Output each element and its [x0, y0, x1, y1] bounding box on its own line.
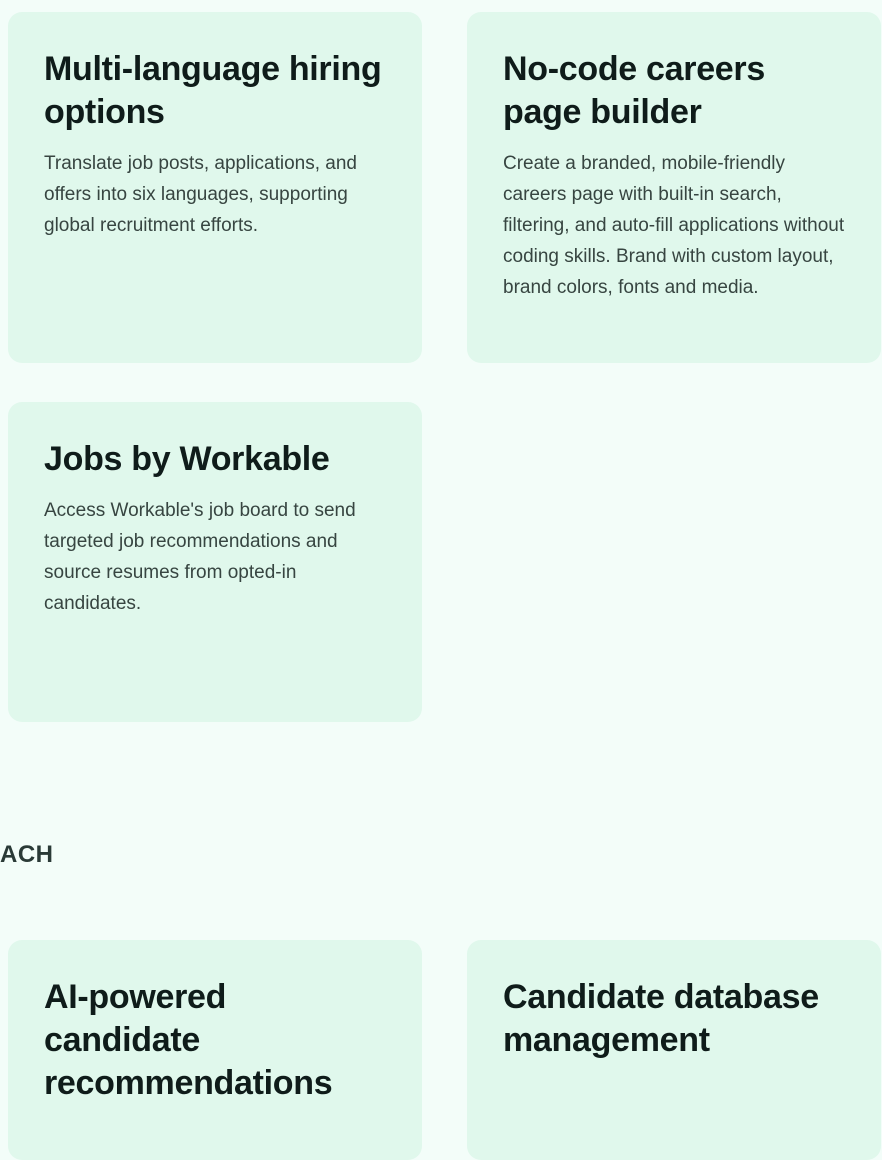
feature-card-careers-page-builder: No-code careers page builder Create a br…	[467, 12, 881, 363]
feature-card-description: Access Workable's job board to send targ…	[44, 500, 356, 614]
section-heading: ACH	[0, 841, 54, 868]
feature-card-multi-language: Multi-language hiring options Translate …	[8, 12, 422, 363]
feature-card-jobs-by-workable: Jobs by Workable Access Workable's job b…	[8, 402, 422, 722]
feature-card-title: Jobs by Workable	[44, 440, 330, 478]
feature-card-title: AI-powered candidate recommendations	[44, 978, 333, 1102]
feature-card-title: Candidate database management	[503, 978, 819, 1059]
feature-card-description: Translate job posts, applications, and o…	[44, 153, 357, 236]
feature-card-candidate-database: Candidate database management	[467, 940, 881, 1160]
feature-card-description: Create a branded, mobile-friendly career…	[503, 153, 845, 298]
feature-card-ai-recommendations: AI-powered candidate recommendations	[8, 940, 422, 1160]
feature-card-title: No-code careers page builder	[503, 50, 765, 131]
feature-card-title: Multi-language hiring options	[44, 50, 382, 131]
